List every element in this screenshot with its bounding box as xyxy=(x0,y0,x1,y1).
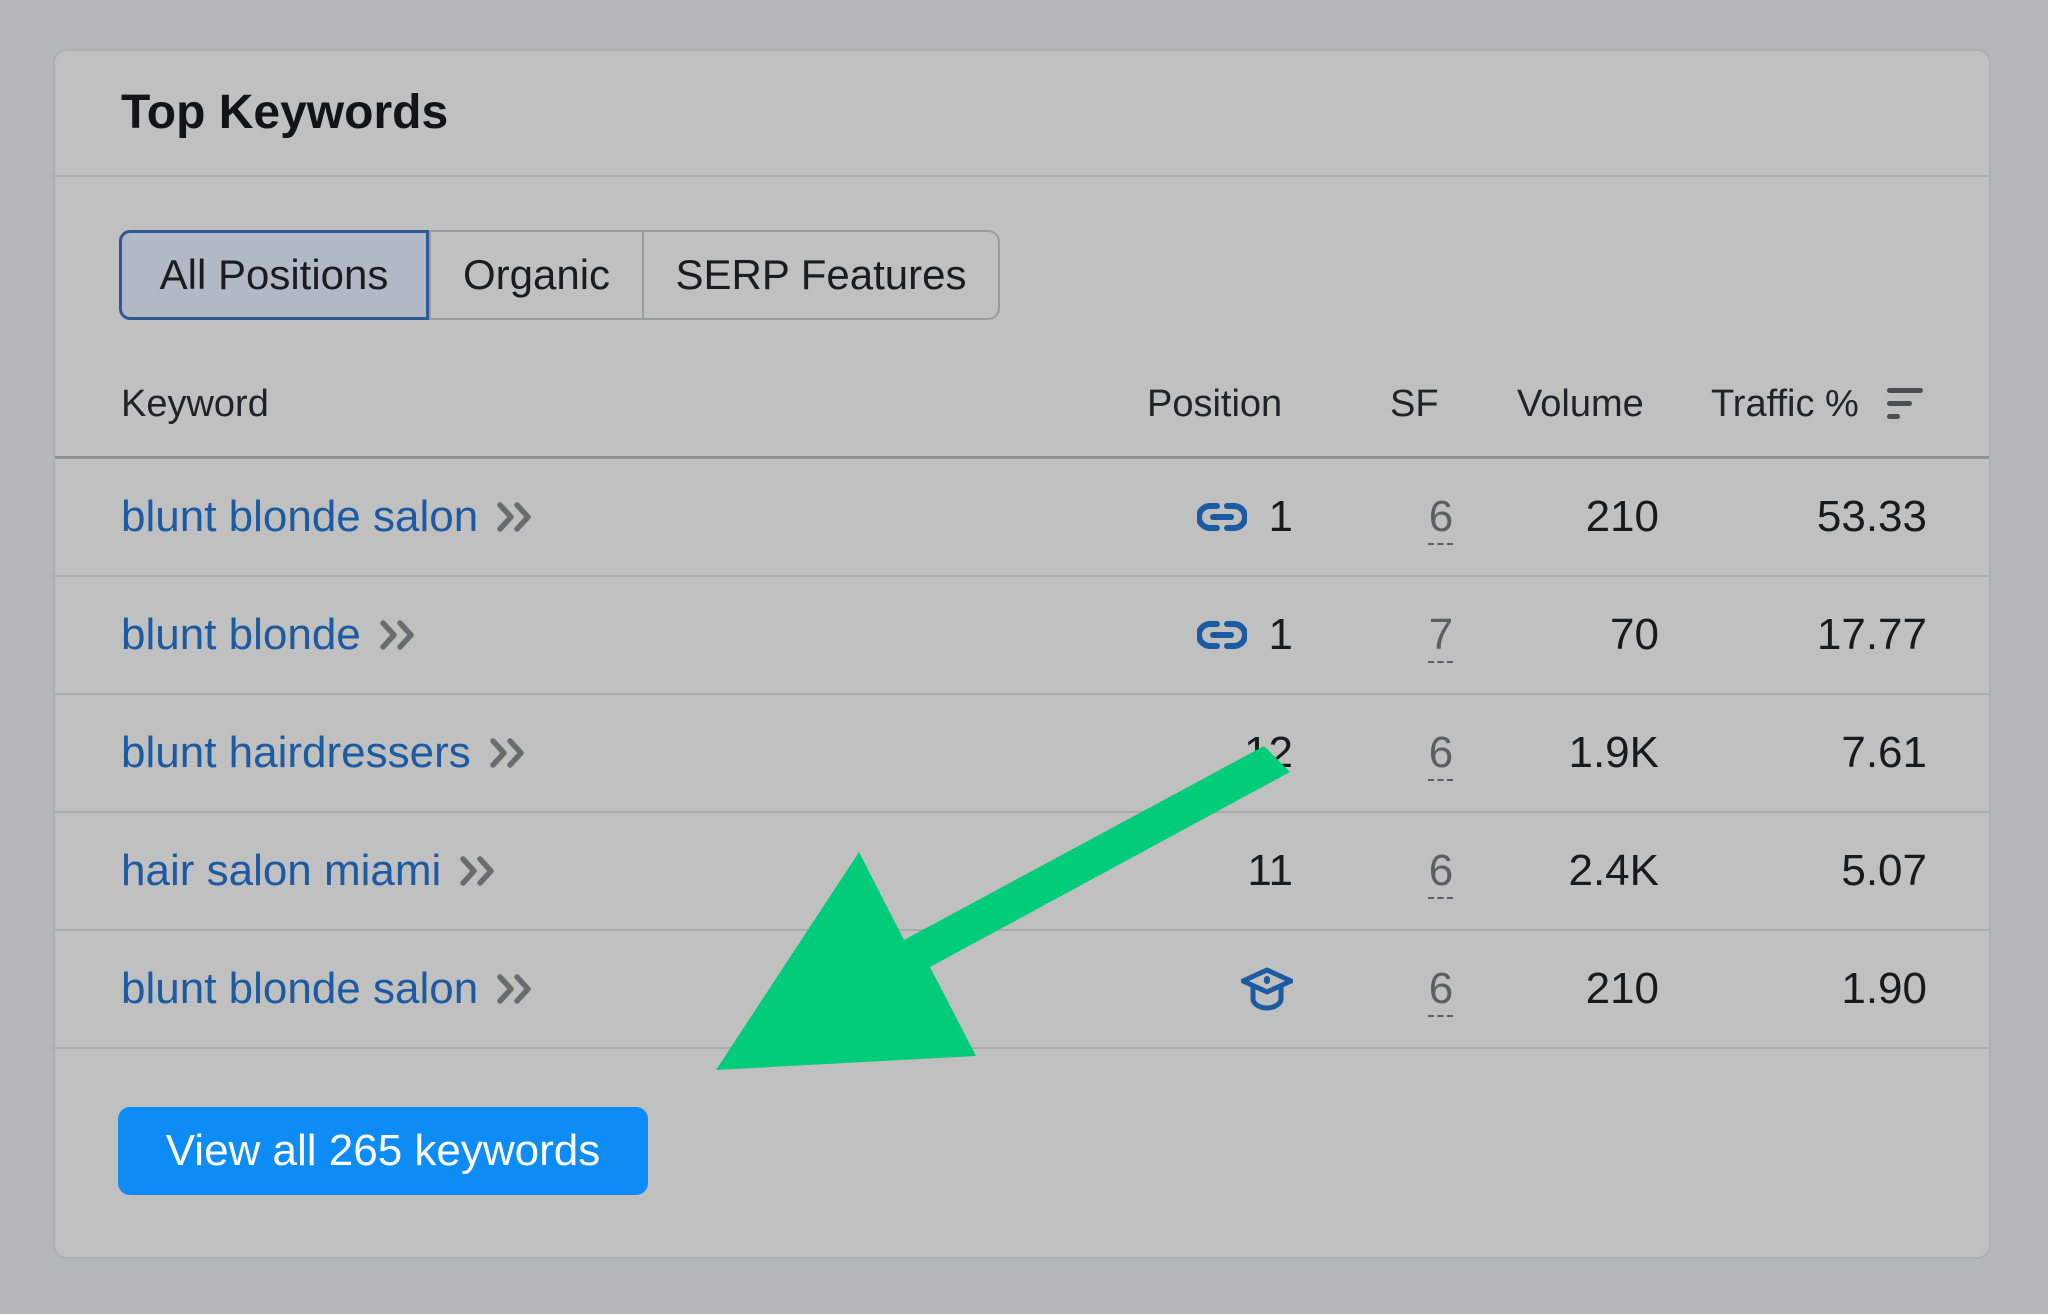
tab-serp-features[interactable]: SERP Features xyxy=(642,232,998,318)
column-header-keyword[interactable]: Keyword xyxy=(121,379,269,429)
volume-value: 70 xyxy=(1610,610,1659,659)
card-header: Top Keywords xyxy=(55,51,1989,177)
position-value: 12 xyxy=(1244,728,1293,777)
traffic-value: 1.90 xyxy=(1841,964,1927,1013)
tab-organic[interactable]: Organic xyxy=(429,232,642,318)
card-title: Top Keywords xyxy=(121,86,449,139)
double-chevron-right-icon[interactable] xyxy=(496,972,536,1006)
position-cell: 1 xyxy=(1053,459,1293,575)
keyword-text[interactable]: blunt blonde salon xyxy=(121,492,478,542)
graduation-cap-icon xyxy=(1241,967,1293,1011)
volume-value: 1.9K xyxy=(1568,728,1659,777)
column-header-volume[interactable]: Volume xyxy=(1517,379,1644,429)
keyword-link[interactable]: blunt blonde xyxy=(121,577,419,693)
traffic-value: 7.61 xyxy=(1841,728,1927,777)
keyword-text[interactable]: hair salon miami xyxy=(121,846,441,896)
traffic-value: 53.33 xyxy=(1816,492,1927,541)
top-keywords-card: Top Keywords All Positions Organic SERP … xyxy=(53,49,1991,1259)
double-chevron-right-icon[interactable] xyxy=(496,500,536,534)
link-icon xyxy=(1196,620,1247,650)
double-chevron-right-icon[interactable] xyxy=(379,618,419,652)
position-cell: 11 xyxy=(1053,813,1293,929)
traffic-value: 17.77 xyxy=(1816,610,1927,659)
keyword-text[interactable]: blunt blonde xyxy=(121,610,361,660)
table-row: blunt hairdressers 12 6 1.9K 7.61 xyxy=(55,695,1989,813)
position-cell: 1 xyxy=(1053,577,1293,693)
column-header-sf[interactable]: SF xyxy=(1390,379,1439,429)
table-row: blunt blonde 1 7 70 17.77 xyxy=(55,577,1989,695)
column-header-position[interactable]: Position xyxy=(1147,379,1282,429)
tab-all-positions[interactable]: All Positions xyxy=(119,230,429,320)
column-header-traffic[interactable]: Traffic % xyxy=(1711,379,1859,429)
position-cell xyxy=(1053,931,1293,1047)
double-chevron-right-icon[interactable] xyxy=(489,736,529,770)
table-row: blunt blonde salon 6 210 1.90 xyxy=(55,931,1989,1049)
position-value: 1 xyxy=(1268,610,1293,659)
keyword-text[interactable]: blunt hairdressers xyxy=(121,728,471,778)
position-value: 1 xyxy=(1268,492,1293,541)
table-row: blunt blonde salon 1 6 210 53.33 xyxy=(55,459,1989,577)
position-cell: 12 xyxy=(1053,695,1293,811)
traffic-value: 5.07 xyxy=(1841,846,1927,895)
keyword-text[interactable]: blunt blonde salon xyxy=(121,964,478,1014)
keyword-link[interactable]: blunt blonde salon xyxy=(121,931,536,1047)
double-chevron-right-icon[interactable] xyxy=(459,854,499,888)
volume-value: 210 xyxy=(1585,964,1659,1013)
link-icon xyxy=(1196,502,1247,532)
table-row: hair salon miami 11 6 2.4K 5.07 xyxy=(55,813,1989,931)
view-all-keywords-button[interactable]: View all 265 keywords xyxy=(118,1107,648,1195)
sort-icon[interactable] xyxy=(1885,386,1925,422)
keyword-link[interactable]: blunt hairdressers xyxy=(121,695,529,811)
position-value: 11 xyxy=(1247,846,1293,895)
position-tabs: All Positions Organic SERP Features xyxy=(119,230,1000,320)
volume-value: 210 xyxy=(1585,492,1659,541)
keyword-link[interactable]: hair salon miami xyxy=(121,813,499,929)
keyword-link[interactable]: blunt blonde salon xyxy=(121,459,536,575)
volume-value: 2.4K xyxy=(1568,846,1659,895)
